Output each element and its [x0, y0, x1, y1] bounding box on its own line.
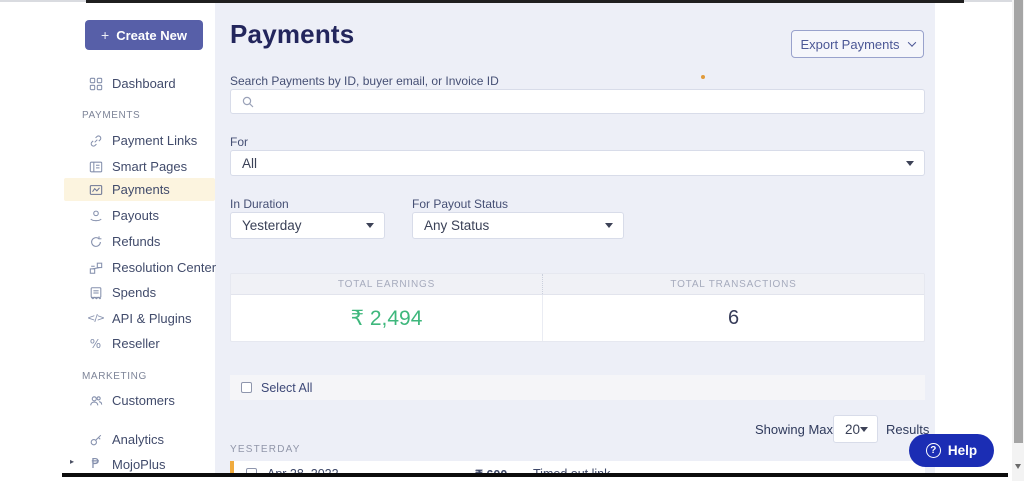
sidebar-item-reseller[interactable]: % Reseller: [88, 334, 160, 353]
sidebar-item-label: Refunds: [112, 234, 160, 249]
sidebar: + Create New Dashboard PAYMENTS Payment …: [0, 2, 215, 481]
caret-down-icon: [605, 223, 613, 228]
scrollbar-down-arrow[interactable]: [1015, 464, 1021, 469]
create-new-button[interactable]: + Create New: [85, 20, 203, 50]
duration-select[interactable]: Yesterday: [230, 212, 385, 239]
sidebar-item-label: MojoPlus: [112, 457, 165, 472]
sidebar-item-api-plugins[interactable]: </> API & Plugins: [88, 309, 192, 328]
sidebar-item-label: Payouts: [112, 208, 159, 223]
key-icon: [88, 432, 103, 447]
sidebar-item-label: Resolution Center: [112, 260, 216, 275]
chevron-down-icon: [907, 38, 915, 46]
sidebar-section-payments: PAYMENTS: [82, 110, 140, 121]
payout-status-select-value: Any Status: [424, 218, 605, 233]
sidebar-item-customers[interactable]: Customers: [88, 391, 175, 410]
right-gutter: [935, 3, 1012, 481]
total-earnings-header: TOTAL EARNINGS: [231, 274, 542, 294]
dashboard-grid-icon: [88, 76, 103, 91]
sidebar-item-label: Smart Pages: [112, 159, 187, 174]
select-all-row: Select All: [230, 375, 925, 400]
sidebar-item-label: Payment Links: [112, 133, 197, 148]
page-title: Payments: [230, 19, 354, 50]
window-bottom-gap: [0, 477, 1012, 481]
sidebar-item-label: Reseller: [112, 336, 160, 351]
sidebar-item-dashboard[interactable]: Dashboard: [88, 74, 176, 93]
sidebar-section-marketing: MARKETING: [82, 371, 147, 382]
window-top-border: [86, 0, 964, 3]
sidebar-item-label: Analytics: [112, 432, 164, 447]
window-bottom-border: [62, 473, 1008, 477]
scrollbar-thumb[interactable]: [1014, 0, 1023, 443]
caret-down-icon: [366, 223, 374, 228]
sidebar-item-payouts[interactable]: Payouts: [88, 206, 159, 225]
search-box[interactable]: [230, 89, 925, 114]
sidebar-item-label: Payments: [112, 182, 170, 197]
sidebar-item-analytics[interactable]: Analytics: [88, 430, 164, 449]
sidebar-item-mojoplus[interactable]: ₱ MojoPlus: [88, 455, 165, 474]
export-payments-label: Export Payments: [801, 37, 900, 52]
sidebar-item-label: Spends: [112, 285, 156, 300]
notification-dot: [701, 75, 705, 79]
sidebar-item-smart-pages[interactable]: Smart Pages: [88, 157, 187, 176]
payout-hand-icon: [88, 208, 103, 223]
showing-max-label: Showing Max: [755, 422, 833, 437]
caret-down-icon: [906, 161, 914, 166]
search-input[interactable]: [262, 90, 924, 113]
summary-box: TOTAL EARNINGS TOTAL TRANSACTIONS ₹ 2,49…: [230, 273, 925, 342]
caret-down-icon: [860, 427, 868, 432]
document-icon: [88, 285, 103, 300]
scrollbar[interactable]: [1012, 0, 1024, 481]
help-button[interactable]: ? Help: [909, 434, 994, 467]
resolution-center-icon: [88, 260, 103, 275]
sidebar-item-payments[interactable]: Payments: [64, 178, 215, 201]
sidebar-item-spends[interactable]: Spends: [88, 283, 156, 302]
group-header-yesterday: YESTERDAY: [230, 444, 301, 455]
question-mark-icon: ?: [926, 443, 941, 458]
select-all-label: Select All: [261, 381, 312, 395]
sidebar-item-refunds[interactable]: Refunds: [88, 232, 160, 251]
summary-header: TOTAL EARNINGS TOTAL TRANSACTIONS: [231, 274, 924, 295]
max-results-value: 20: [845, 422, 860, 437]
create-new-label: Create New: [116, 28, 187, 43]
plus-icon: +: [101, 27, 109, 43]
payout-status-select[interactable]: Any Status: [412, 212, 624, 239]
total-earnings-value: ₹ 2,494: [231, 295, 542, 342]
main-panel: Payments Export Payments Search Payments…: [215, 3, 935, 477]
payments-chart-icon: [88, 182, 103, 197]
for-select[interactable]: All: [230, 150, 925, 176]
link-icon: [88, 133, 103, 148]
sidebar-item-label: API & Plugins: [112, 311, 192, 326]
for-select-value: All: [242, 156, 906, 171]
people-icon: [88, 393, 103, 408]
code-icon: </>: [88, 311, 103, 326]
sidebar-item-label: Dashboard: [112, 76, 176, 91]
for-label: For: [230, 135, 248, 149]
sidebar-item-label: Customers: [112, 393, 175, 408]
max-results-select[interactable]: 20: [833, 415, 878, 443]
search-label: Search Payments by ID, buyer email, or I…: [230, 74, 499, 88]
search-icon: [240, 94, 255, 109]
page-icon: [88, 159, 103, 174]
mojoplus-icon: ₱: [88, 457, 103, 472]
export-payments-button[interactable]: Export Payments: [791, 30, 924, 58]
duration-select-value: Yesterday: [242, 218, 366, 233]
duration-label: In Duration: [230, 197, 289, 211]
summary-values: ₹ 2,494 6: [231, 295, 924, 342]
percent-icon: %: [88, 336, 103, 351]
total-transactions-value: 6: [542, 295, 924, 342]
expander-arrow-icon[interactable]: ▸: [70, 457, 74, 466]
select-all-checkbox[interactable]: [241, 382, 252, 393]
sidebar-item-resolution-center[interactable]: Resolution Center: [88, 258, 216, 277]
help-label: Help: [948, 443, 977, 458]
payout-status-label: For Payout Status: [412, 197, 508, 211]
sidebar-item-payment-links[interactable]: Payment Links: [88, 131, 197, 150]
total-transactions-header: TOTAL TRANSACTIONS: [542, 274, 924, 294]
refund-arrow-icon: [88, 234, 103, 249]
